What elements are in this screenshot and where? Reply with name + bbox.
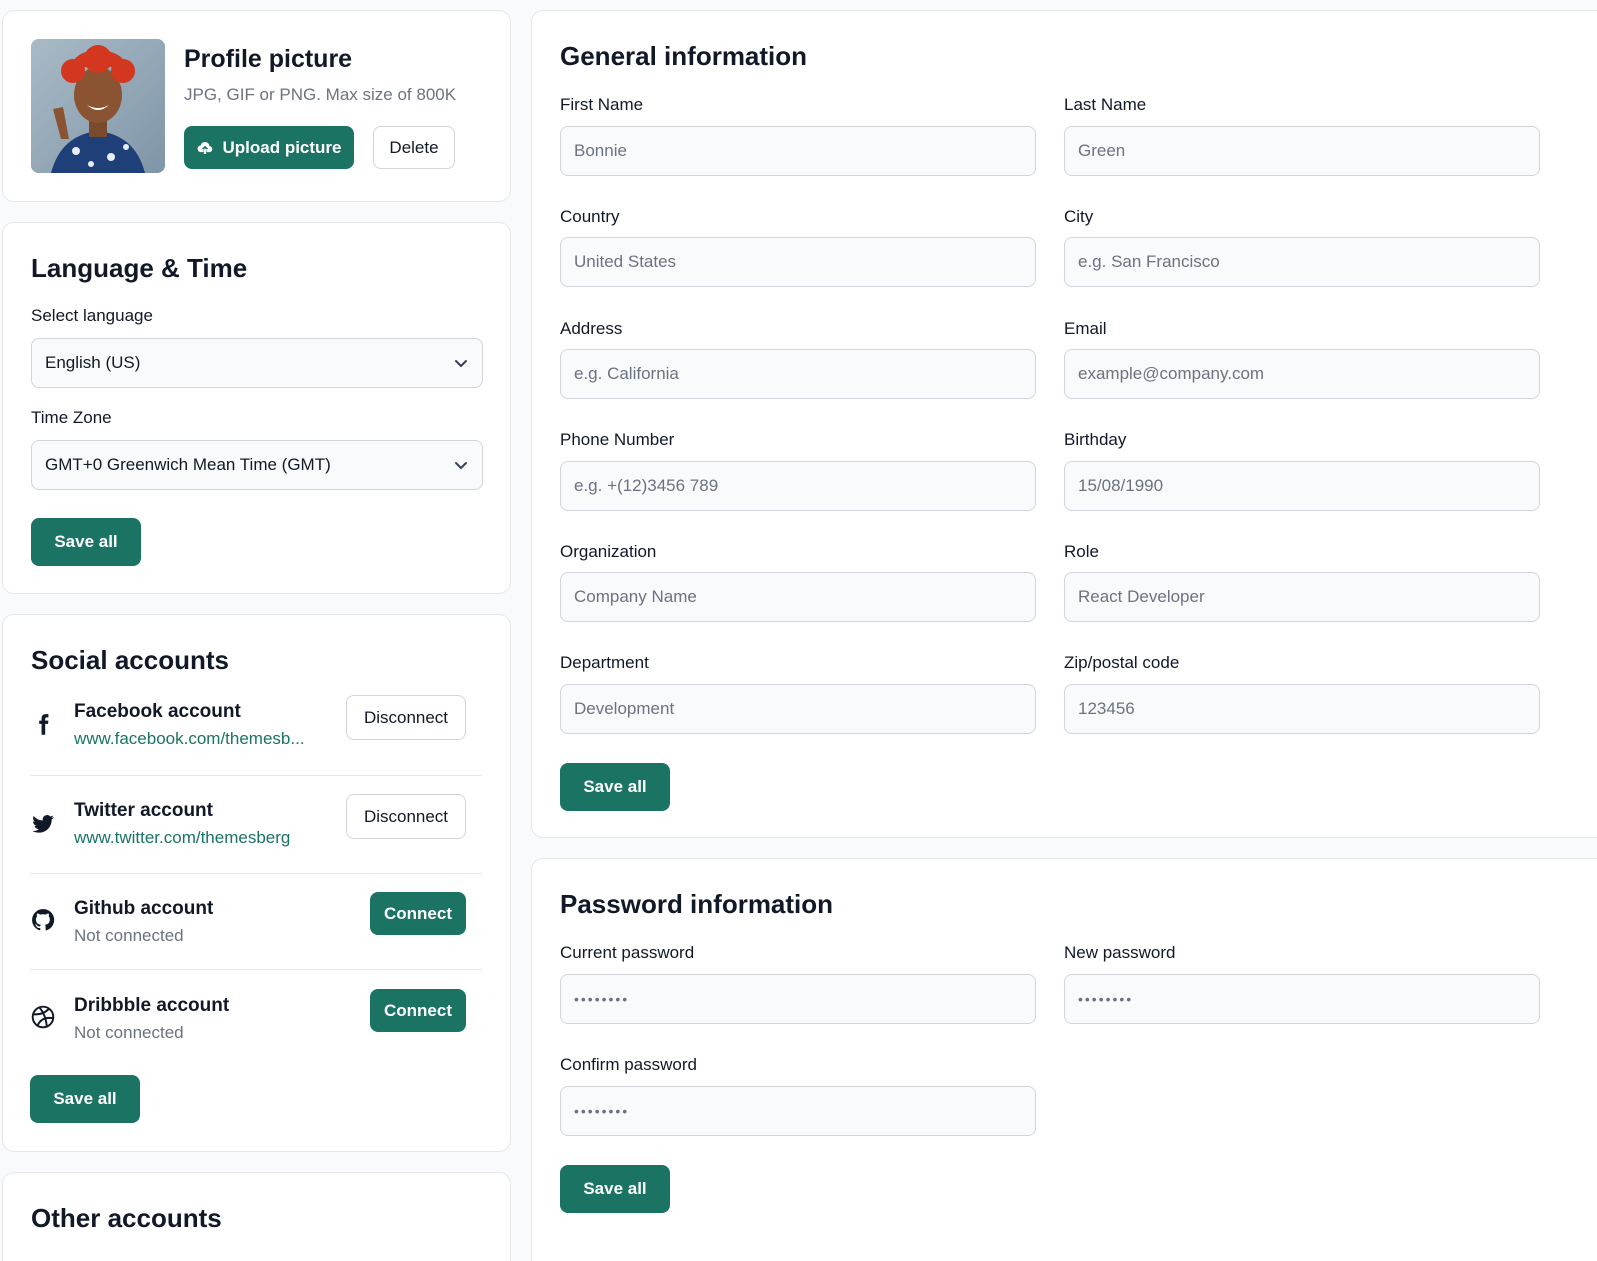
language-label: Select language — [31, 306, 153, 325]
phone-input[interactable]: e.g. +(12)3456 789 — [560, 461, 1036, 511]
country-label: Country — [560, 207, 620, 226]
role-label: Role — [1064, 542, 1099, 561]
avatar — [31, 39, 165, 173]
confirm-password-label: Confirm password — [560, 1055, 697, 1074]
timezone-value: GMT+0 Greenwich Mean Time (GMT) — [45, 455, 331, 474]
password-save-button[interactable]: Save all — [560, 1165, 670, 1213]
github-connect-button[interactable]: Connect — [370, 892, 466, 935]
birthday-label: Birthday — [1064, 430, 1127, 449]
social-row-twitter: Twitter account www.twitter.com/themesbe… — [30, 794, 482, 864]
dribbble-connect-button[interactable]: Connect — [370, 989, 466, 1032]
social-status: Not connected — [74, 1023, 184, 1042]
country-input[interactable]: United States — [560, 237, 1036, 287]
social-title: Twitter account — [74, 800, 213, 821]
general-info-title: General information — [560, 41, 808, 71]
email-input[interactable]: example@company.com — [1064, 349, 1540, 399]
social-row-facebook: Facebook account www.facebook.com/themes… — [30, 695, 482, 765]
twitter-disconnect-button[interactable]: Disconnect — [346, 794, 466, 839]
language-select[interactable]: English (US) — [31, 338, 483, 388]
language-value: English (US) — [45, 353, 141, 372]
disconnect-label: Disconnect — [363, 806, 449, 826]
social-link[interactable]: www.twitter.com/themesberg — [74, 828, 290, 848]
department-input[interactable]: Development — [560, 684, 1036, 734]
facebook-disconnect-button[interactable]: Disconnect — [346, 695, 466, 740]
divider — [30, 775, 482, 776]
connect-label: Connect — [384, 1000, 452, 1020]
social-link[interactable]: www.facebook.com/themesb... — [74, 729, 305, 749]
chevron-down-icon — [455, 462, 467, 470]
profile-subtitle: JPG, GIF or PNG. Max size of 800K — [184, 85, 457, 104]
email-label: Email — [1064, 319, 1107, 338]
social-accounts-title: Social accounts — [31, 645, 229, 675]
upload-picture-label: Upload picture — [222, 137, 342, 157]
language-save-button[interactable]: Save all — [31, 518, 141, 566]
password-info-card: Password information Current password ••… — [531, 858, 1597, 1261]
social-save-button[interactable]: Save all — [30, 1075, 140, 1123]
profile-card: Profile picture JPG, GIF or PNG. Max siz… — [2, 10, 511, 202]
save-label: Save all — [583, 777, 647, 796]
delete-picture-button[interactable]: Delete — [373, 126, 455, 169]
upload-picture-button[interactable]: Upload picture — [184, 126, 354, 169]
general-info-card: General information First Name Bonnie La… — [531, 10, 1597, 838]
current-password-label: Current password — [560, 943, 695, 962]
dribbble-icon — [31, 1005, 55, 1029]
language-time-card: Language & Time Select language English … — [2, 222, 511, 594]
language-time-title: Language & Time — [31, 253, 248, 283]
confirm-password-input[interactable]: •••••••• — [560, 1086, 1036, 1136]
zip-label: Zip/postal code — [1064, 653, 1180, 672]
address-input[interactable]: e.g. California — [560, 349, 1036, 399]
zip-input[interactable]: 123456 — [1064, 684, 1540, 734]
social-status: Not connected — [74, 926, 184, 945]
password-info-title: Password information — [560, 889, 834, 919]
department-label: Department — [560, 653, 649, 672]
social-title: Github account — [74, 898, 214, 919]
phone-label: Phone Number — [560, 430, 675, 449]
other-accounts-card: Other accounts — [2, 1172, 511, 1261]
social-row-dribbble: Dribbble account Not connected Connect — [30, 989, 482, 1059]
delete-label: Delete — [389, 137, 439, 157]
chevron-down-icon — [455, 360, 467, 368]
other-accounts-title: Other accounts — [31, 1203, 222, 1233]
save-label: Save all — [583, 1179, 647, 1198]
save-label: Save all — [53, 1089, 117, 1108]
current-password-input[interactable]: •••••••• — [560, 974, 1036, 1024]
save-label: Save all — [54, 532, 118, 551]
divider — [30, 969, 482, 970]
facebook-icon — [39, 714, 49, 735]
city-label: City — [1064, 207, 1094, 226]
organization-input[interactable]: Company Name — [560, 572, 1036, 622]
social-title: Dribbble account — [74, 995, 230, 1016]
address-label: Address — [560, 319, 623, 338]
social-title: Facebook account — [74, 701, 241, 722]
profile-title: Profile picture — [184, 45, 353, 73]
first-name-input[interactable]: Bonnie — [560, 126, 1036, 176]
disconnect-label: Disconnect — [363, 707, 449, 727]
city-input[interactable]: e.g. San Francisco — [1064, 237, 1540, 287]
new-password-label: New password — [1064, 943, 1176, 962]
divider — [30, 873, 482, 874]
timezone-label: Time Zone — [31, 408, 112, 427]
github-icon — [32, 909, 55, 931]
first-name-label: First Name — [560, 95, 644, 114]
organization-label: Organization — [560, 542, 657, 561]
last-name-label: Last Name — [1064, 95, 1147, 114]
role-input[interactable]: React Developer — [1064, 572, 1540, 622]
birthday-input[interactable]: 15/08/1990 — [1064, 461, 1540, 511]
cloud-upload-icon — [198, 141, 213, 154]
new-password-input[interactable]: •••••••• — [1064, 974, 1540, 1024]
last-name-input[interactable]: Green — [1064, 126, 1540, 176]
twitter-icon — [32, 815, 54, 833]
general-save-button[interactable]: Save all — [560, 763, 670, 811]
social-row-github: Github account Not connected Connect — [30, 892, 482, 962]
connect-label: Connect — [384, 903, 452, 923]
timezone-select[interactable]: GMT+0 Greenwich Mean Time (GMT) — [31, 440, 483, 490]
